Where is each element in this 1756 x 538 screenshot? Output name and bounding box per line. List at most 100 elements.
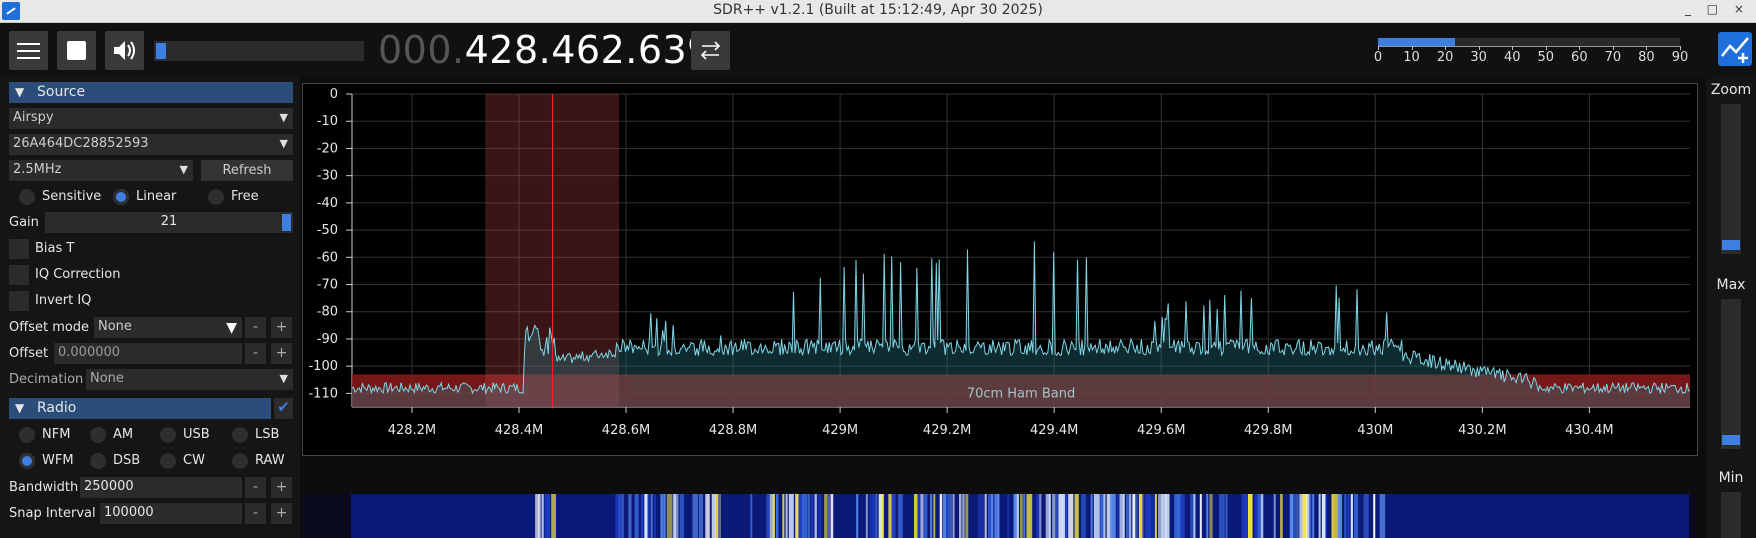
waterfall-signal-stripe (718, 494, 721, 538)
waterfall-signal-stripe (647, 494, 650, 538)
waterfall-signal-stripe (775, 494, 779, 538)
decimation-select[interactable]: None ▼ (86, 369, 293, 390)
volume-slider[interactable] (154, 41, 364, 61)
offset-mode-increment[interactable]: + (271, 317, 292, 338)
frequency-mhz-digits[interactable]: 428.462.639 (465, 28, 712, 72)
bandwidth-decrement[interactable]: - (245, 477, 266, 498)
mode-wfm-radio[interactable] (19, 453, 35, 469)
gain-mode-sensitive-radio[interactable] (19, 189, 35, 205)
mode-usb-radio[interactable] (160, 427, 176, 443)
window-controls[interactable]: _ □ × (1685, 2, 1750, 16)
y-tick-label: -110 (308, 386, 338, 401)
y-tick-label: -60 (317, 250, 338, 265)
tuning-mode-button[interactable] (691, 31, 730, 70)
waterfall-signal-stripe (1164, 494, 1170, 538)
snr-tick-label: 60 (1571, 50, 1588, 65)
y-tick-label: -40 (317, 196, 338, 211)
mode-cw-radio[interactable] (160, 453, 176, 469)
snap-interval-increment[interactable]: + (271, 503, 292, 524)
offset-decrement[interactable]: - (245, 343, 266, 364)
fft-spectrum-plot[interactable]: 0 -10 -20 -30 -40 -50 -60 -70 -80 -90 -100 -110 428.… (302, 83, 1698, 456)
offset-increment[interactable]: + (271, 343, 292, 364)
mode-lsb-radio[interactable] (232, 427, 248, 443)
sdrpp-logo[interactable] (1718, 32, 1752, 66)
waterfall-signal-stripe (1199, 494, 1202, 538)
waterfall-signal-stripe (1312, 494, 1315, 538)
x-tick-label: 428.2M (388, 423, 436, 438)
serial-select[interactable]: 26A464DC28852593 ▼ (9, 134, 293, 155)
waterfall-signal-stripe (1093, 494, 1100, 538)
zoom-slider[interactable] (1721, 104, 1741, 254)
bandwidth-increment[interactable]: + (271, 477, 292, 498)
samplerate-select[interactable]: 2.5MHz ▼ (9, 160, 193, 181)
waterfall-signal-stripe (1206, 494, 1209, 538)
waterfall-signal-stripe (698, 494, 704, 538)
mode-am-radio[interactable] (90, 427, 106, 443)
gain-slider-knob[interactable] (282, 214, 291, 231)
stop-button[interactable] (57, 31, 96, 70)
gain-slider[interactable]: 21 (45, 212, 293, 233)
bias-t-checkbox[interactable] (9, 239, 29, 259)
waterfall-signal-stripe (1154, 494, 1157, 538)
snap-interval-decrement[interactable]: - (245, 503, 266, 524)
waterfall-signal-stripe (1247, 494, 1253, 538)
gain-value: 21 (160, 214, 178, 229)
x-tick-label: 429.6M (1137, 423, 1185, 438)
x-tick-label: 428.6M (602, 423, 650, 438)
offset-input[interactable]: 0.000000 (54, 343, 242, 364)
x-tick-label: 429.8M (1244, 423, 1292, 438)
waterfall-signal-stripe (653, 494, 656, 538)
snap-interval-input[interactable]: 100000 (100, 503, 242, 524)
device-select[interactable]: Airspy ▼ (9, 108, 293, 129)
waterfall-signal-stripe (1193, 494, 1196, 538)
x-tick-label: 429.2M (923, 423, 971, 438)
zoom-slider-knob[interactable] (1722, 240, 1740, 250)
waterfall-signal-stripe (1081, 494, 1087, 538)
waterfall-signal-stripe (939, 494, 943, 538)
volume-button[interactable] (105, 31, 144, 70)
waterfall-signal-stripe (1180, 494, 1185, 538)
waterfall-signal-stripe (551, 494, 556, 538)
mode-dsb-radio[interactable] (90, 453, 106, 469)
max-slider-knob[interactable] (1722, 435, 1740, 445)
waterfall-signal-stripe (933, 494, 936, 538)
offset-mode-select[interactable]: None ▼ (94, 317, 242, 338)
waterfall-signal-stripe (962, 494, 965, 538)
min-slider[interactable] (1721, 492, 1741, 538)
gain-mode-free-label: Free (231, 189, 259, 204)
gain-mode-free-radio[interactable] (208, 189, 224, 205)
waterfall-signal-stripe (808, 494, 811, 538)
waterfall-signal-stripe (1289, 494, 1294, 538)
waterfall-signal-stripe (1344, 494, 1347, 538)
waterfall-signal-stripe (946, 494, 949, 538)
offset-mode-decrement[interactable]: - (245, 317, 266, 338)
waterfall-signal-stripe (1119, 494, 1124, 538)
iq-correction-checkbox[interactable] (9, 265, 29, 285)
mode-nfm-radio[interactable] (19, 427, 35, 443)
waterfall-signal-stripe (1052, 494, 1056, 538)
waterfall-display[interactable] (302, 494, 1696, 538)
refresh-button[interactable]: Refresh (201, 160, 293, 181)
snr-tick-label: 80 (1638, 50, 1655, 65)
waterfall-signal-stripe (952, 494, 955, 538)
title-bar: SDR++ v1.2.1 (Built at 15:12:49, Apr 30 … (0, 0, 1756, 23)
waterfall-signal-stripe (644, 494, 648, 538)
max-slider[interactable] (1721, 299, 1741, 449)
frequency-ghz-digits[interactable]: 000. (378, 28, 465, 72)
radio-header[interactable]: ▼ Radio (9, 398, 271, 419)
menu-button[interactable] (9, 31, 48, 70)
waterfall-signal-stripe (621, 494, 624, 538)
bandwidth-input[interactable]: 250000 (80, 477, 242, 498)
gain-label: Gain (9, 215, 39, 230)
source-header[interactable]: ▼ Source (9, 82, 293, 103)
gain-mode-linear-radio[interactable] (113, 189, 129, 205)
offset-mode-value: None (98, 319, 132, 334)
waterfall-signal-stripe (1090, 494, 1093, 538)
waterfall-signal-stripe (782, 494, 785, 538)
radio-enable-checkbox[interactable]: ✔ (274, 398, 293, 419)
y-tick-label: 0 (330, 87, 338, 102)
waterfall-signal-stripe (1363, 494, 1369, 538)
mode-raw-radio[interactable] (232, 453, 248, 469)
invert-iq-checkbox[interactable] (9, 291, 29, 311)
frequency-display[interactable]: 000.428.462.639 (378, 28, 712, 72)
